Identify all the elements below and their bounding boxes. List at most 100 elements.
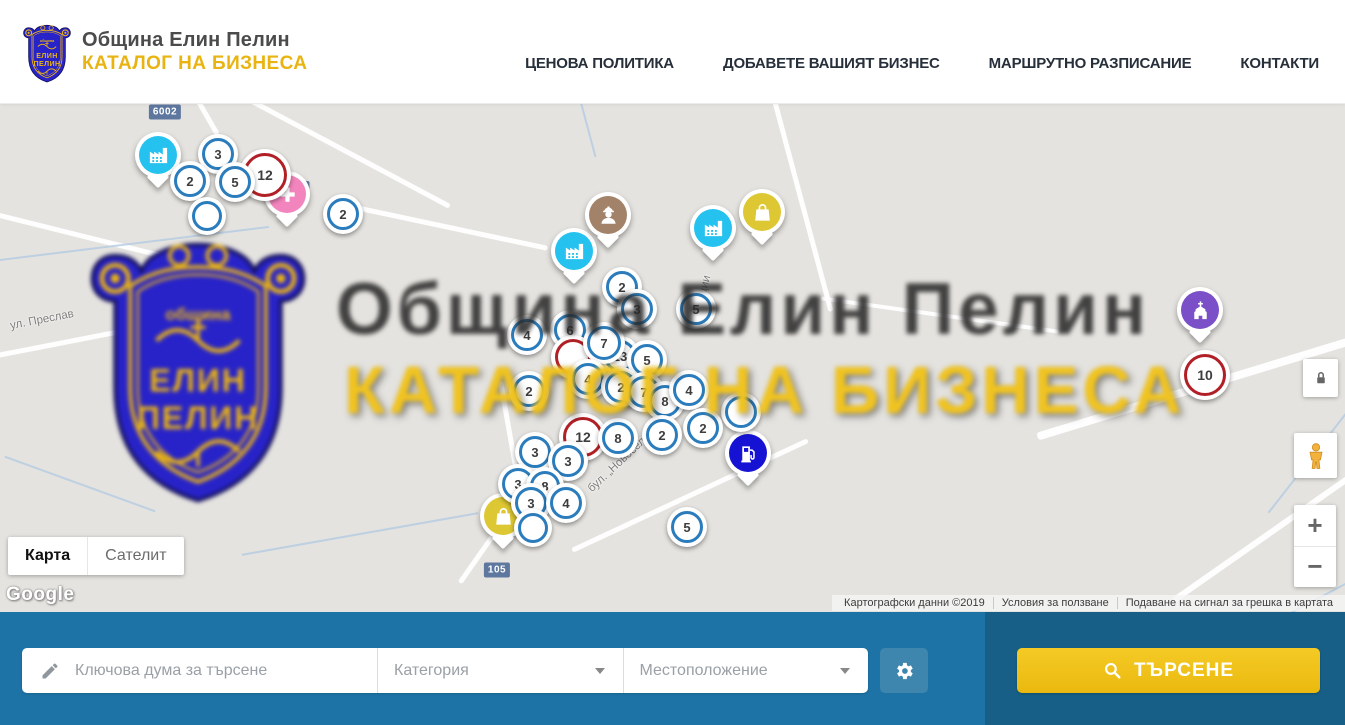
location-dropdown[interactable]: Местоположение	[624, 648, 869, 693]
boundary-line	[0, 226, 269, 262]
nav-item-add-business[interactable]: ДОБАВЕТЕ ВАШИЯТ БИЗНЕС	[723, 55, 940, 72]
attribution-terms-link[interactable]: Условия за ползване	[993, 597, 1117, 609]
cluster-count: 2	[525, 384, 532, 399]
cluster-count: 5	[643, 353, 650, 368]
attribution-report-link[interactable]: Подаване на сигнал за грешка в картата	[1117, 597, 1341, 609]
chevron-down-icon	[840, 668, 850, 674]
map-pin[interactable]	[739, 189, 785, 235]
pencil-icon	[40, 661, 60, 681]
site-header: община ЕЛИН ПЕЛИН Община Елин Пелин КАТА…	[0, 0, 1345, 104]
map-cluster-marker[interactable]: 4	[546, 483, 586, 523]
google-map[interactable]: 6002105ул. Преславбул. „Новоселции 12325…	[0, 103, 1345, 612]
cluster-count: 3	[633, 302, 640, 317]
site-title: Община Елин Пелин	[82, 29, 307, 52]
fuel-icon	[729, 434, 767, 472]
factory-icon	[139, 136, 177, 174]
map-cluster-marker[interactable]: 4	[507, 315, 547, 355]
cluster-count: 8	[661, 394, 668, 409]
main-nav: ЦЕНОВА ПОЛИТИКА ДОБАВЕТЕ ВАШИЯТ БИЗНЕС М…	[525, 55, 1319, 72]
search-panel: Категория Местоположение ТЪРСЕНЕ	[0, 612, 1345, 725]
worker-icon	[589, 196, 627, 234]
zoom-control: + −	[1294, 505, 1336, 587]
site-logo[interactable]: община ЕЛИН ПЕЛИН Община Елин Пелин КАТА…	[22, 18, 307, 86]
map-cluster-marker[interactable]: 5	[667, 507, 707, 547]
map-pin[interactable]	[1177, 287, 1223, 333]
cluster-count: 3	[564, 454, 571, 469]
advanced-settings-button[interactable]	[880, 648, 928, 693]
attribution-copyright: Картографски данни ©2019	[836, 597, 993, 609]
map-cluster-marker[interactable]: 4	[669, 370, 709, 410]
watermark-title: Община Елин Пелин	[336, 268, 1150, 351]
map-type-satellite-button[interactable]: Сателит	[87, 537, 183, 575]
map-cluster-marker[interactable]: 5	[215, 162, 255, 202]
svg-text:ПЕЛИН: ПЕЛИН	[137, 400, 259, 436]
map-cluster-marker[interactable]	[188, 197, 226, 235]
cluster-count: 12	[257, 167, 273, 183]
cluster-count: 10	[1197, 367, 1213, 383]
boundary-line	[564, 103, 597, 157]
svg-text:ЕЛИН: ЕЛИН	[149, 362, 246, 398]
cluster-count: 2	[699, 421, 706, 436]
zoom-out-button[interactable]: −	[1294, 547, 1336, 588]
map-pin[interactable]	[585, 192, 631, 238]
cluster-count: 2	[658, 428, 665, 443]
search-bar: Категория Местоположение	[22, 648, 868, 693]
category-dropdown[interactable]: Категория	[378, 648, 623, 693]
map-cluster-marker[interactable]: 7	[583, 322, 625, 364]
factory-icon	[555, 232, 593, 270]
map-cluster-marker[interactable]: 2	[170, 161, 210, 201]
category-dropdown-label: Категория	[394, 662, 469, 680]
cluster-count: 4	[562, 496, 569, 511]
nav-item-contacts[interactable]: КОНТАКТИ	[1240, 55, 1319, 72]
map-cluster-marker[interactable]: 3	[617, 289, 657, 329]
keyword-field-wrap	[22, 648, 377, 693]
cluster-count: 4	[523, 328, 530, 343]
map-pin[interactable]	[725, 430, 771, 476]
nav-item-pricing[interactable]: ЦЕНОВА ПОЛИТИКА	[525, 55, 674, 72]
watermark-subtitle: КАТАЛОГ НА БИЗНЕСА	[344, 352, 1185, 429]
shopping-bag-icon	[743, 193, 781, 231]
boundary-line	[242, 512, 479, 556]
map-cluster-marker[interactable]: 2	[683, 408, 723, 448]
google-logo[interactable]: Google	[6, 584, 74, 606]
map-pin[interactable]	[690, 205, 736, 251]
road-line	[821, 296, 1059, 333]
cluster-count: 5	[231, 175, 238, 190]
watermark-crest-icon: община ЕЛИН ПЕЛИН	[85, 221, 311, 509]
map-type-control: Карта Сателит	[8, 537, 184, 575]
cluster-count: 2	[186, 174, 193, 189]
zoom-in-button[interactable]: +	[1294, 505, 1336, 547]
pegman-icon	[1303, 441, 1329, 471]
search-submit-button[interactable]: ТЪРСЕНЕ	[1017, 648, 1320, 693]
map-cluster-marker[interactable]: 8	[598, 418, 638, 458]
cluster-count: 4	[584, 372, 591, 387]
factory-icon	[694, 209, 732, 247]
fullscreen-lock-button[interactable]	[1303, 359, 1338, 397]
map-cluster-marker[interactable]: 2	[509, 371, 549, 411]
chevron-down-icon	[595, 668, 605, 674]
site-subtitle: КАТАЛОГ НА БИЗНЕСА	[82, 53, 307, 75]
map-cluster-marker[interactable]	[514, 509, 552, 547]
cluster-count: 5	[683, 520, 690, 535]
map-cluster-marker[interactable]: 2	[323, 194, 363, 234]
road-shield: 105	[484, 563, 510, 578]
svg-text:ПЕЛИН: ПЕЛИН	[33, 60, 60, 68]
cluster-count: 3	[531, 445, 538, 460]
map-attribution: Картографски данни ©2019 Условия за полз…	[832, 595, 1345, 611]
keyword-search-input[interactable]	[73, 661, 327, 681]
street-view-pegman-button[interactable]	[1294, 433, 1337, 478]
church-icon	[1181, 291, 1219, 329]
cluster-count: 2	[339, 207, 346, 222]
road-line	[0, 209, 178, 262]
boundary-line	[4, 456, 155, 513]
nav-item-schedule[interactable]: МАРШРУТНО РАЗПИСАНИЕ	[989, 55, 1192, 72]
map-type-map-button[interactable]: Карта	[8, 537, 87, 575]
map-cluster-marker[interactable]	[721, 392, 761, 432]
map-cluster-marker[interactable]: 2	[642, 415, 682, 455]
map-cluster-marker[interactable]: 10	[1180, 350, 1230, 400]
map-pin[interactable]	[551, 228, 597, 274]
cluster-count: 5	[692, 302, 699, 317]
map-cluster-marker[interactable]: 5	[676, 289, 716, 329]
search-icon	[1103, 661, 1123, 681]
cluster-count: 8	[614, 431, 621, 446]
